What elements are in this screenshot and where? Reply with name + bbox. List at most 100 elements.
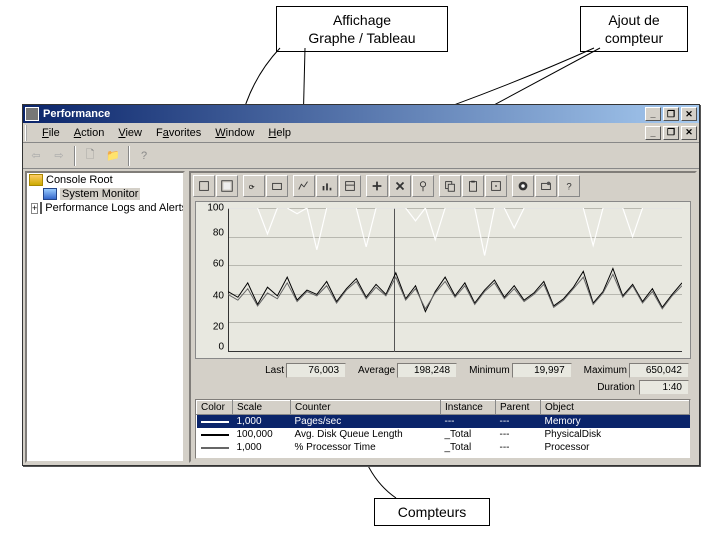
menu-favorites[interactable]: Favorites [149,125,208,141]
cell-scale: 1,000 [233,441,291,454]
col-color[interactable]: Color [197,401,233,415]
ytick: 40 [196,290,224,301]
stat-avg-value: 198,248 [397,363,457,378]
stat-last-label: Last [265,365,284,376]
ytick: 100 [196,203,224,214]
mdi-close-button[interactable]: ✕ [681,126,697,140]
menu-action[interactable]: Action [67,125,112,141]
chart-area[interactable]: 100 80 60 40 20 0 [195,201,691,359]
cell-object: PhysicalDisk [541,428,690,441]
col-scale[interactable]: Scale [233,401,291,415]
performance-window: Performance _ ❐ ✕ File Action View Favor… [22,104,700,466]
help-button[interactable]: ? [133,145,155,167]
properties-button[interactable] [485,175,507,197]
cell-counter: % Processor Time [291,441,441,454]
stat-min-label: Minimum [469,365,510,376]
svg-text:⟳: ⟳ [249,185,255,192]
clear-display-button[interactable] [216,175,238,197]
highlight-button[interactable] [412,175,434,197]
series-line [228,208,682,256]
ytick: 60 [196,259,224,270]
freeze-button[interactable] [512,175,534,197]
callout-graph-view: Affichage Graphe / Tableau [276,6,448,52]
stat-min-value: 19,997 [512,363,572,378]
stat-avg-label: Average [358,365,395,376]
app-icon [25,107,39,121]
stats-row: Last 76,003 Average 198,248 Minimum 19,9… [191,361,695,380]
view-current-button[interactable]: ⟳ [243,175,265,197]
stat-max-value: 650,042 [629,363,689,378]
stat-dur-label: Duration [597,382,635,393]
mdi-restore-button[interactable]: ❐ [663,126,679,140]
mdi-minimize-button[interactable]: _ [645,126,661,140]
counter-header-row[interactable]: Color Scale Counter Instance Parent Obje… [197,401,690,415]
add-counter-button[interactable] [366,175,388,197]
ytick: 20 [196,321,224,332]
copy-button[interactable] [439,175,461,197]
menu-view[interactable]: View [111,125,149,141]
forward-button[interactable]: ⇨ [48,145,70,167]
menu-window[interactable]: Window [208,125,261,141]
view-histogram-button[interactable] [316,175,338,197]
cell-instance: _Total [441,428,496,441]
folder-icon [29,174,43,186]
menu-file[interactable]: File [35,125,67,141]
view-log-button[interactable] [266,175,288,197]
tree-perf-logs[interactable]: + Performance Logs and Alerts [27,201,183,215]
color-swatch [201,447,229,449]
col-counter[interactable]: Counter [291,401,441,415]
paste-button[interactable] [462,175,484,197]
export-button[interactable]: 🗋 [79,145,101,167]
folder-button[interactable]: 📁 [102,145,124,167]
counter-list[interactable]: Color Scale Counter Instance Parent Obje… [195,399,691,459]
menu-help[interactable]: Help [261,125,298,141]
cell-object: Processor [541,441,690,454]
tree-root[interactable]: Console Root [27,173,183,187]
col-instance[interactable]: Instance [441,401,496,415]
duration-row: Duration 1:40 [191,380,695,397]
close-button[interactable]: ✕ [681,107,697,121]
maximize-button[interactable]: ❐ [663,107,679,121]
view-report-button[interactable] [339,175,361,197]
ytick: 80 [196,228,224,239]
titlebar[interactable]: Performance _ ❐ ✕ [23,105,699,123]
ytick: 0 [196,342,224,353]
stat-dur-value: 1:40 [639,380,689,395]
chart-lines [228,208,682,352]
col-object[interactable]: Object [541,401,690,415]
logs-icon [40,202,42,214]
cell-parent: --- [496,428,541,441]
minimize-button[interactable]: _ [645,107,661,121]
view-graph-button[interactable] [293,175,315,197]
help-button-2[interactable]: ? [558,175,580,197]
cell-counter: Avg. Disk Queue Length [291,428,441,441]
table-row[interactable]: 100,000 Avg. Disk Queue Length _Total --… [197,428,690,441]
cell-instance: _Total [441,441,496,454]
series-line [228,268,682,311]
cell-parent: --- [496,441,541,454]
callout-add-counter: Ajout de compteur [580,6,688,52]
update-button[interactable] [535,175,557,197]
expand-icon[interactable]: + [31,203,38,214]
new-counter-set-button[interactable] [193,175,215,197]
back-button[interactable]: ⇦ [25,145,47,167]
cell-scale: 1,000 [233,415,291,429]
table-row[interactable]: 1,000 Pages/sec --- --- Memory [197,415,690,429]
tree-system-monitor[interactable]: System Monitor [27,187,183,201]
col-parent[interactable]: Parent [496,401,541,415]
svg-text:?: ? [566,182,571,193]
delete-counter-button[interactable] [389,175,411,197]
color-swatch [201,421,229,423]
series-line [228,274,682,309]
cell-counter: Pages/sec [291,415,441,429]
cell-scale: 100,000 [233,428,291,441]
table-row[interactable]: 1,000 % Processor Time _Total --- Proces… [197,441,690,454]
console-toolbar: ⇦ ⇨ 🗋 📁 ? [23,143,699,169]
menubar: File Action View Favorites Window Help _… [23,123,699,143]
content-pane: ⟳ ? 100 80 [189,171,697,463]
color-swatch [201,434,229,436]
callout-counters: Compteurs [374,498,490,526]
cell-parent: --- [496,415,541,429]
tree-pane[interactable]: Console Root System Monitor + Performanc… [25,171,185,463]
cell-object: Memory [541,415,690,429]
